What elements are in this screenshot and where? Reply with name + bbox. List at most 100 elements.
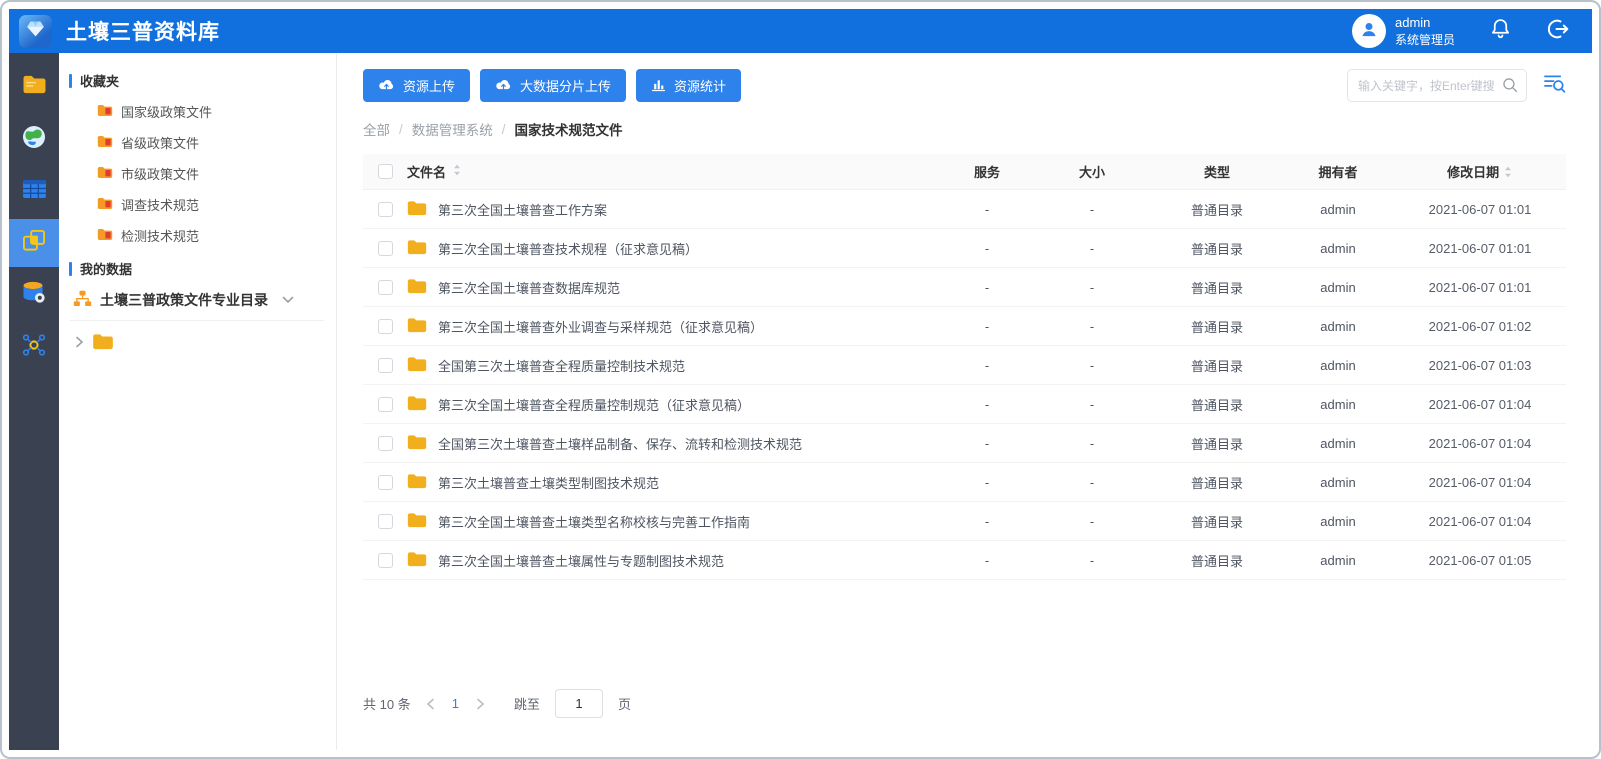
cell-modified: 2021-06-07 01:02 bbox=[1394, 319, 1566, 334]
cell-type: 普通目录 bbox=[1152, 200, 1282, 219]
column-header-service[interactable]: 服务 bbox=[942, 162, 1032, 181]
cell-size: - bbox=[1032, 358, 1152, 373]
file-name[interactable]: 第三次全国土壤普查土壤属性与专题制图技术规范 bbox=[438, 551, 724, 570]
folder-icon bbox=[22, 74, 47, 100]
file-name[interactable]: 第三次土壤普查土壤类型制图技术规范 bbox=[438, 473, 659, 492]
row-checkbox[interactable] bbox=[378, 397, 393, 412]
file-name[interactable]: 第三次全国土壤普查技术规程（征求意见稿） bbox=[438, 239, 698, 258]
tree-folder-icon bbox=[97, 228, 113, 244]
column-header-owner[interactable]: 拥有者 bbox=[1282, 162, 1394, 181]
total-count: 共 10 条 bbox=[363, 694, 411, 713]
select-all-checkbox[interactable] bbox=[378, 164, 393, 179]
resource-upload-button[interactable]: 资源上传 bbox=[363, 69, 470, 102]
table-row[interactable]: 第三次土壤普查土壤类型制图技术规范 - - 普通目录 admin 2021-06… bbox=[363, 463, 1566, 502]
file-name[interactable]: 第三次全国土壤普查外业调查与采样规范（征求意见稿） bbox=[438, 317, 763, 336]
resource-upload-label: 资源上传 bbox=[403, 76, 455, 95]
cell-owner: admin bbox=[1282, 241, 1394, 256]
table-row[interactable]: 第三次全国土壤普查数据库规范 - - 普通目录 admin 2021-06-07… bbox=[363, 268, 1566, 307]
sort-icon[interactable] bbox=[452, 164, 462, 179]
chevron-down-icon[interactable] bbox=[282, 292, 294, 308]
row-folder-icon bbox=[407, 395, 427, 414]
cell-size: - bbox=[1032, 436, 1152, 451]
cell-owner: admin bbox=[1282, 436, 1394, 451]
folder-tree-panel: 收藏夹 国家级政策文件 bbox=[59, 53, 337, 750]
file-name[interactable]: 第三次全国土壤普查全程质量控制规范（征求意见稿） bbox=[438, 395, 750, 414]
tree-item-favorite-folder[interactable]: 省级政策文件 bbox=[69, 127, 324, 158]
sort-icon[interactable] bbox=[1503, 165, 1513, 180]
table-row[interactable]: 第三次全国土壤普查外业调查与采样规范（征求意见稿） - - 普通目录 admin… bbox=[363, 307, 1566, 346]
cell-owner: admin bbox=[1282, 358, 1394, 373]
row-checkbox[interactable] bbox=[378, 475, 393, 490]
cell-type: 普通目录 bbox=[1152, 278, 1282, 297]
user-role: 系统管理员 bbox=[1395, 32, 1455, 48]
mydata-label: 我的数据 bbox=[80, 259, 132, 278]
column-header-name[interactable]: 文件名 bbox=[407, 162, 446, 181]
file-name[interactable]: 第三次全国土壤普查工作方案 bbox=[438, 200, 607, 219]
advanced-search-icon[interactable] bbox=[1543, 73, 1566, 99]
top-header-bar: 土壤三普资料库 admin 系统管理员 bbox=[9, 9, 1592, 53]
rail-item-files[interactable] bbox=[9, 63, 59, 111]
row-checkbox[interactable] bbox=[378, 358, 393, 373]
breadcrumb-item[interactable]: 国家技术规范文件 / bbox=[515, 119, 623, 139]
app-logo bbox=[19, 15, 52, 48]
tree-item-favorite-folder[interactable]: 市级政策文件 bbox=[69, 158, 324, 189]
table-row[interactable]: 第三次全国土壤普查工作方案 - - 普通目录 admin 2021-06-07 … bbox=[363, 190, 1566, 229]
tree-folder-icon bbox=[97, 166, 113, 182]
table-row[interactable]: 第三次全国土壤普查技术规程（征求意见稿） - - 普通目录 admin 2021… bbox=[363, 229, 1566, 268]
file-name[interactable]: 全国第三次土壤普查土壤样品制备、保存、流转和检测技术规范 bbox=[438, 434, 802, 453]
rail-item-datatable[interactable] bbox=[9, 167, 59, 215]
column-header-size[interactable]: 大小 bbox=[1032, 162, 1152, 181]
catalog-collapsed-node[interactable] bbox=[69, 320, 324, 355]
cell-modified: 2021-06-07 01:04 bbox=[1394, 475, 1566, 490]
resource-stats-button[interactable]: 资源统计 bbox=[636, 69, 741, 102]
table-row[interactable]: 第三次全国土壤普查土壤类型名称校核与完善工作指南 - - 普通目录 admin … bbox=[363, 502, 1566, 541]
file-name[interactable]: 第三次全国土壤普查数据库规范 bbox=[438, 278, 620, 297]
cell-modified: 2021-06-07 01:03 bbox=[1394, 358, 1566, 373]
tree-item-favorite-folder[interactable]: 调查技术规范 bbox=[69, 189, 324, 220]
row-checkbox[interactable] bbox=[378, 514, 393, 529]
page-title: 土壤三普资料库 bbox=[66, 16, 220, 46]
section-accent-bar bbox=[69, 262, 72, 276]
rail-item-database[interactable] bbox=[9, 271, 59, 319]
cell-service: - bbox=[942, 358, 1032, 373]
row-checkbox[interactable] bbox=[378, 436, 393, 451]
catalog-tree-root[interactable]: 土壤三普政策文件专业目录 bbox=[73, 290, 324, 310]
row-checkbox[interactable] bbox=[378, 241, 393, 256]
row-checkbox[interactable] bbox=[378, 202, 393, 217]
file-name[interactable]: 全国第三次土壤普查全程质量控制技术规范 bbox=[438, 356, 685, 375]
tree-item-label: 市级政策文件 bbox=[121, 164, 199, 183]
cloud-upload-icon bbox=[495, 78, 512, 94]
notifications-button[interactable] bbox=[1489, 17, 1512, 45]
jump-page-input[interactable] bbox=[555, 689, 603, 718]
tree-item-favorite-folder[interactable]: 检测技术规范 bbox=[69, 220, 324, 251]
rail-item-map[interactable] bbox=[9, 115, 59, 163]
table-row[interactable]: 第三次全国土壤普查土壤属性与专题制图技术规范 - - 普通目录 admin 20… bbox=[363, 541, 1566, 580]
row-checkbox[interactable] bbox=[378, 280, 393, 295]
resource-stats-label: 资源统计 bbox=[674, 76, 726, 95]
file-name[interactable]: 第三次全国土壤普查土壤类型名称校核与完善工作指南 bbox=[438, 512, 750, 531]
page-number-1[interactable]: 1 bbox=[450, 696, 461, 711]
table-row[interactable]: 第三次全国土壤普查全程质量控制规范（征求意见稿） - - 普通目录 admin … bbox=[363, 385, 1566, 424]
column-header-type[interactable]: 类型 bbox=[1152, 162, 1282, 181]
row-checkbox[interactable] bbox=[378, 319, 393, 334]
prev-page-button[interactable] bbox=[426, 698, 435, 710]
breadcrumb-separator: / bbox=[502, 122, 506, 137]
cloud-upload-icon bbox=[378, 78, 395, 94]
breadcrumb-item[interactable]: 全部 / bbox=[363, 119, 403, 139]
rail-item-network[interactable] bbox=[9, 323, 59, 371]
file-table: 文件名 服务 大小 类型 拥有者 修改日期 bbox=[363, 154, 1566, 580]
column-header-modified[interactable]: 修改日期 bbox=[1394, 162, 1566, 181]
search-icon[interactable] bbox=[1502, 77, 1518, 98]
avatar bbox=[1352, 14, 1386, 48]
logout-button[interactable] bbox=[1546, 17, 1570, 46]
row-checkbox[interactable] bbox=[378, 553, 393, 568]
big-data-chunk-upload-button[interactable]: 大数据分片上传 bbox=[480, 69, 626, 102]
table-row[interactable]: 全国第三次土壤普查土壤样品制备、保存、流转和检测技术规范 - - 普通目录 ad… bbox=[363, 424, 1566, 463]
rail-item-resources-active[interactable] bbox=[9, 219, 59, 267]
user-menu[interactable]: admin 系统管理员 bbox=[1352, 14, 1455, 48]
tree-item-favorite-folder[interactable]: 国家级政策文件 bbox=[69, 96, 324, 127]
table-row[interactable]: 全国第三次土壤普查全程质量控制技术规范 - - 普通目录 admin 2021-… bbox=[363, 346, 1566, 385]
search-input[interactable] bbox=[1347, 69, 1527, 102]
breadcrumb-item[interactable]: 数据管理系统 / bbox=[412, 119, 506, 139]
next-page-button[interactable] bbox=[476, 698, 485, 710]
